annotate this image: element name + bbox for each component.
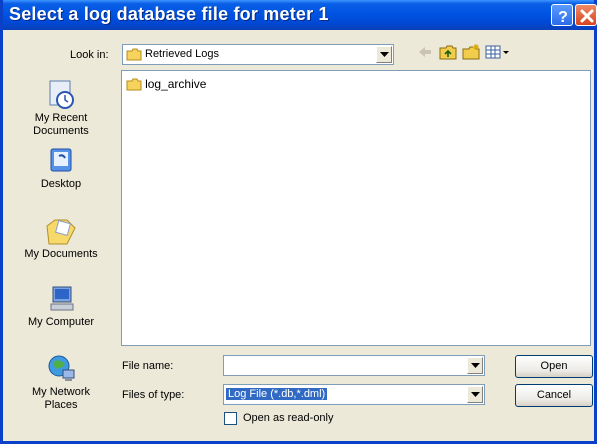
file-list[interactable]: log_archive <box>121 70 591 346</box>
file-name-dropdown-arrow[interactable] <box>467 357 483 374</box>
view-menu-icon[interactable] <box>485 44 511 63</box>
file-name: log_archive <box>145 77 207 91</box>
title-bar[interactable]: Select a log database file for meter 1 ? <box>3 0 597 30</box>
chevron-down-icon <box>380 52 389 57</box>
place-desktop[interactable]: Desktop <box>9 146 113 191</box>
chevron-down-icon <box>471 392 480 397</box>
place-my-documents[interactable]: My Documents <box>9 216 113 261</box>
place-label: My Computer <box>27 316 95 328</box>
file-name-input[interactable] <box>223 355 485 376</box>
chevron-down-icon <box>471 363 480 368</box>
file-name-label: File name: <box>122 360 174 372</box>
files-of-type-dropdown[interactable]: Log File (*.db,*.dml) <box>223 384 485 405</box>
help-button[interactable]: ? <box>551 4 573 26</box>
folder-icon <box>126 78 142 90</box>
place-my-computer[interactable]: My Computer <box>9 284 113 329</box>
place-label: My Recent Documents <box>33 112 89 137</box>
close-button[interactable] <box>575 4 597 26</box>
question-mark-icon: ? <box>558 9 568 26</box>
close-icon <box>580 9 594 23</box>
readonly-label: Open as read-only <box>243 412 334 424</box>
my-computer-icon <box>50 286 74 311</box>
file-open-dialog: Select a log database file for meter 1 ?… <box>0 0 597 444</box>
folder-icon <box>126 48 142 64</box>
look-in-dropdown[interactable]: Retrieved Logs <box>122 44 394 65</box>
dialog-title: Select a log database file for meter 1 <box>9 4 329 24</box>
files-of-type-label: Files of type: <box>122 389 185 401</box>
place-recent-documents[interactable]: My Recent Documents <box>9 78 113 138</box>
files-of-type-value: Log File (*.db,*.dml) <box>226 388 328 400</box>
look-in-value: Retrieved Logs <box>145 48 219 60</box>
look-in-label: Look in: <box>70 49 109 61</box>
my-documents-icon <box>46 219 76 245</box>
new-folder-icon[interactable] <box>462 44 480 63</box>
place-label: Desktop <box>40 178 82 190</box>
place-label: My Documents <box>24 248 98 260</box>
open-button[interactable]: Open <box>515 355 593 378</box>
svg-text:?: ? <box>558 9 568 26</box>
list-item[interactable]: log_archive <box>126 77 206 91</box>
network-places-icon <box>48 355 75 381</box>
place-label: My Network Places <box>31 386 91 411</box>
desktop-icon <box>50 148 72 172</box>
back-arrow-icon[interactable] <box>417 44 433 63</box>
up-folder-icon[interactable] <box>439 44 457 63</box>
place-network-places[interactable]: My Network Places <box>9 352 113 412</box>
cancel-button[interactable]: Cancel <box>515 384 593 407</box>
files-of-type-dropdown-arrow[interactable] <box>467 386 483 403</box>
look-in-dropdown-arrow[interactable] <box>376 46 392 63</box>
readonly-checkbox[interactable] <box>224 412 237 425</box>
recent-documents-icon <box>49 80 74 109</box>
places-bar: My Recent Documents Desktop My Documents <box>9 70 113 430</box>
